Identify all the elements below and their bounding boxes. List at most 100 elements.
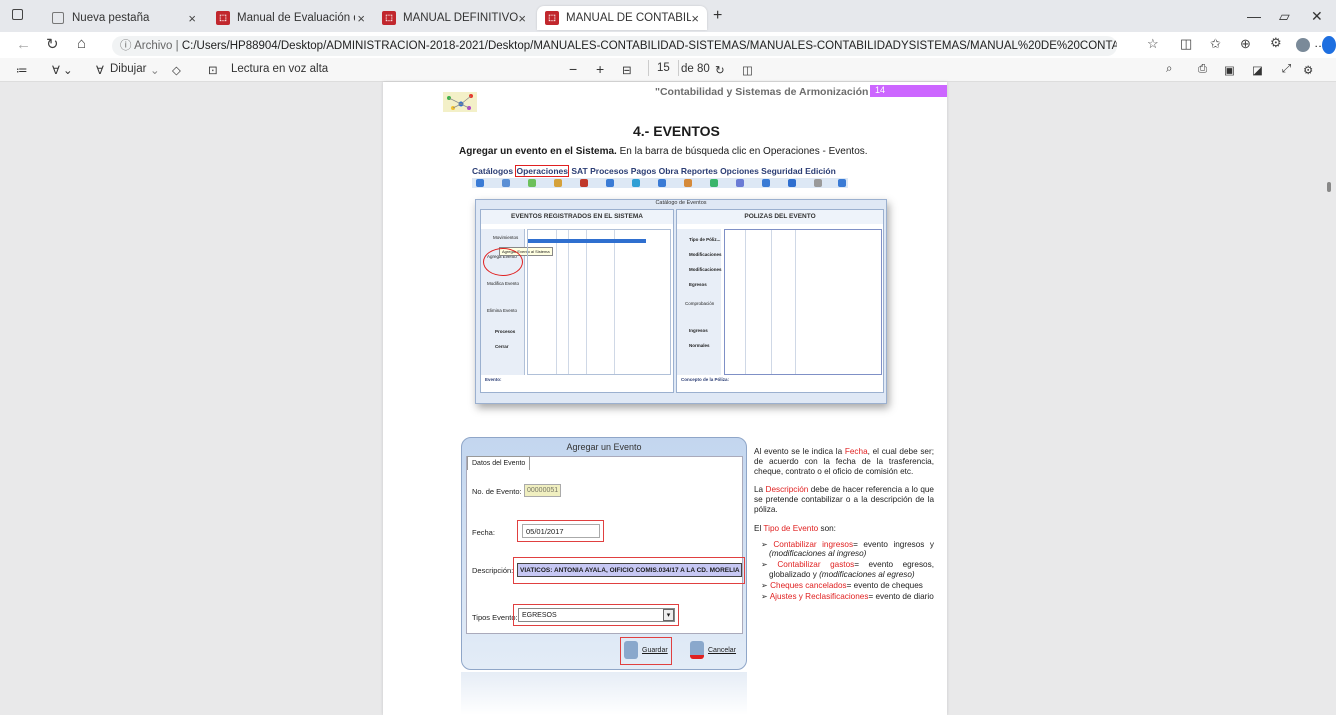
url-prefix: Archivo xyxy=(134,40,173,52)
left-panel-title: EVENTOS REGISTRADOS EN EL SISTEMA xyxy=(481,210,673,224)
text-icon[interactable]: ⊡ xyxy=(208,63,218,77)
toolbar-icon xyxy=(528,179,536,187)
toolbar-icon xyxy=(502,179,510,187)
print-icon[interactable]: ⎙ xyxy=(1198,63,1207,76)
favorites-icon[interactable]: ✩ xyxy=(1210,36,1221,52)
list-item: ➢ Contabilizar gastos= evento egresos, g… xyxy=(761,560,934,579)
settings-icon[interactable]: ⚙ xyxy=(1303,63,1313,77)
page-number-input[interactable]: 15 xyxy=(648,60,679,76)
tab-new-tab[interactable]: Nueva pestaña × xyxy=(44,6,204,30)
tab-label: Nueva pestaña xyxy=(72,12,150,24)
fullscreen-icon[interactable]: ⤢ xyxy=(1282,63,1291,76)
page-view-icon[interactable]: ◫ xyxy=(742,63,753,77)
agregar-evento-screenshot: Agregar un Evento Datos del Evento No. d… xyxy=(461,437,747,670)
toolbar-icon xyxy=(658,179,666,187)
section-title: 4.- EVENTOS xyxy=(633,123,720,139)
new-tab-button[interactable]: + xyxy=(713,7,722,25)
dropdown-arrow-icon: ▾ xyxy=(663,609,674,621)
highlight-circle xyxy=(483,248,523,276)
close-icon[interactable]: × xyxy=(518,11,526,26)
tab-manual-contabilidad[interactable]: ⬚ MANUAL DE CONTABILIDAD DE × xyxy=(537,6,707,30)
tab-label: Manual de Evaluación de Registr xyxy=(237,12,355,24)
dialog-title: Agregar un Evento xyxy=(566,442,642,452)
modificaciones-button: Modificaciones xyxy=(689,252,722,257)
close-icon[interactable]: × xyxy=(691,11,699,26)
profile-avatar[interactable] xyxy=(1296,38,1310,52)
dialog-body: Datos del Evento No. de Evento: 00000051… xyxy=(466,456,745,634)
menu-opciones: Opciones xyxy=(720,166,759,176)
scrollbar-thumb[interactable] xyxy=(1327,182,1331,192)
close-icon[interactable]: × xyxy=(357,11,365,26)
refresh-icon[interactable]: ↻ xyxy=(46,35,59,53)
chevron-down-icon[interactable]: ⌄ xyxy=(150,63,160,77)
eraser-icon[interactable]: ◇ xyxy=(172,63,181,77)
back-icon[interactable]: ← xyxy=(16,36,31,53)
split-screen-icon[interactable]: ◫ xyxy=(1180,36,1192,52)
zoom-in-button[interactable]: + xyxy=(596,61,604,77)
no-evento-label: No. de Evento: xyxy=(472,487,522,496)
restore-icon[interactable]: ▱ xyxy=(1279,8,1290,25)
draw-button[interactable]: Dibujar xyxy=(110,63,146,75)
toolbar-icon xyxy=(788,179,796,187)
no-evento-value: 00000051 xyxy=(524,484,561,497)
tab-manual-presupuesto[interactable]: ⬚ MANUAL DEFINITIVO PRESUPUE × xyxy=(374,6,534,30)
list-item: ➢ Contabilizar ingresos= evento ingresos… xyxy=(761,539,934,559)
copilot-icon[interactable] xyxy=(1322,36,1336,54)
close-window-icon[interactable]: ✕ xyxy=(1311,8,1323,25)
menu-edicion: Edición xyxy=(805,166,836,176)
cancelar-icon xyxy=(690,641,704,659)
procesos-button: Procesos xyxy=(495,329,516,334)
tab-actions-icon[interactable] xyxy=(12,9,23,20)
save-as-icon[interactable]: ◪ xyxy=(1252,63,1263,77)
app-menu-bar: Catálogos Operaciones SAT Procesos Pagos… xyxy=(472,165,842,177)
vertical-scrollbar[interactable] xyxy=(1322,82,1336,715)
zoom-out-button[interactable]: − xyxy=(569,61,577,77)
menu-seguridad: Seguridad xyxy=(761,166,803,176)
tab-manual-evaluacion[interactable]: ⬚ Manual de Evaluación de Registr × xyxy=(208,6,373,30)
paragraph-tipo: El Tipo de Evento son: xyxy=(754,523,836,533)
pdf-toolbar: ≔ ∀ ⌄ ∀ Dibujar ⌄ ◇ ⊡ Lectura en voz alt… xyxy=(0,58,1336,82)
elimina-evento-button: Elimina Evento xyxy=(487,308,518,313)
minimize-icon[interactable]: — xyxy=(1247,8,1261,24)
guardar-icon xyxy=(624,641,638,659)
polizas-grid xyxy=(724,229,882,375)
pdf-page: "Contabilidad y Sistemas de Armonización… xyxy=(383,82,947,715)
contents-icon[interactable]: ≔ xyxy=(16,63,28,77)
toolbar-icon xyxy=(476,179,484,187)
menu-pagos-obra: Pagos Obra xyxy=(630,166,679,176)
cancelar-button: Cancelar xyxy=(708,647,737,654)
close-icon[interactable]: × xyxy=(188,11,196,26)
guardar-button: Guardar xyxy=(642,647,668,654)
extensions-icon[interactable]: ⚙ xyxy=(1270,35,1282,51)
fecha-input: 05/01/2017 xyxy=(522,524,600,538)
pdf-icon: ⬚ xyxy=(216,11,230,25)
intro-bold: Agregar un evento en el Sistema. xyxy=(459,146,617,157)
tipo-poliza-button: Tipo de Póliz... xyxy=(689,237,721,242)
explanation-text: Al evento se le indica la Fecha, el cual… xyxy=(754,447,934,602)
fit-page-icon[interactable]: ⊟ xyxy=(622,63,632,77)
info-icon: ⓘ xyxy=(120,40,135,52)
collections-icon[interactable]: ⊕ xyxy=(1240,36,1251,52)
intro-text: Agregar un evento en el Sistema. En la b… xyxy=(459,146,868,157)
modificaciones-button: Modificaciones xyxy=(689,267,722,272)
favorite-icon[interactable]: ☆ xyxy=(1147,36,1159,52)
tab-bar: Nueva pestaña × ⬚ Manual de Evaluación d… xyxy=(0,0,1336,32)
egresos-button: Egresos xyxy=(689,282,707,287)
right-panel: POLIZAS DEL EVENTO Tipo de Póliz... Modi… xyxy=(676,209,884,393)
header-page-number: 14 xyxy=(870,85,947,97)
url-field[interactable]: ⓘ Archivo | C:/Users/HP88904/Desktop/ADM… xyxy=(112,36,1117,56)
menu-operaciones: Operaciones xyxy=(515,165,569,177)
page-icon xyxy=(52,12,64,24)
descripcion-label: Descripción: xyxy=(472,566,514,575)
highlight-icon[interactable]: ∀ ⌄ xyxy=(52,63,73,77)
app-icon-toolbar xyxy=(472,178,848,188)
toolbar-icon xyxy=(632,179,640,187)
draw-icon[interactable]: ∀ xyxy=(96,63,104,77)
read-aloud-button[interactable]: Lectura en voz alta xyxy=(231,63,328,75)
search-icon[interactable]: ⌕ xyxy=(1166,63,1172,76)
selected-row xyxy=(528,239,646,243)
cerrar-button: Cerrar xyxy=(495,344,509,349)
rotate-icon[interactable]: ↻ xyxy=(715,63,725,77)
save-icon[interactable]: ▣ xyxy=(1224,63,1235,77)
home-icon[interactable]: ⌂ xyxy=(77,35,86,52)
